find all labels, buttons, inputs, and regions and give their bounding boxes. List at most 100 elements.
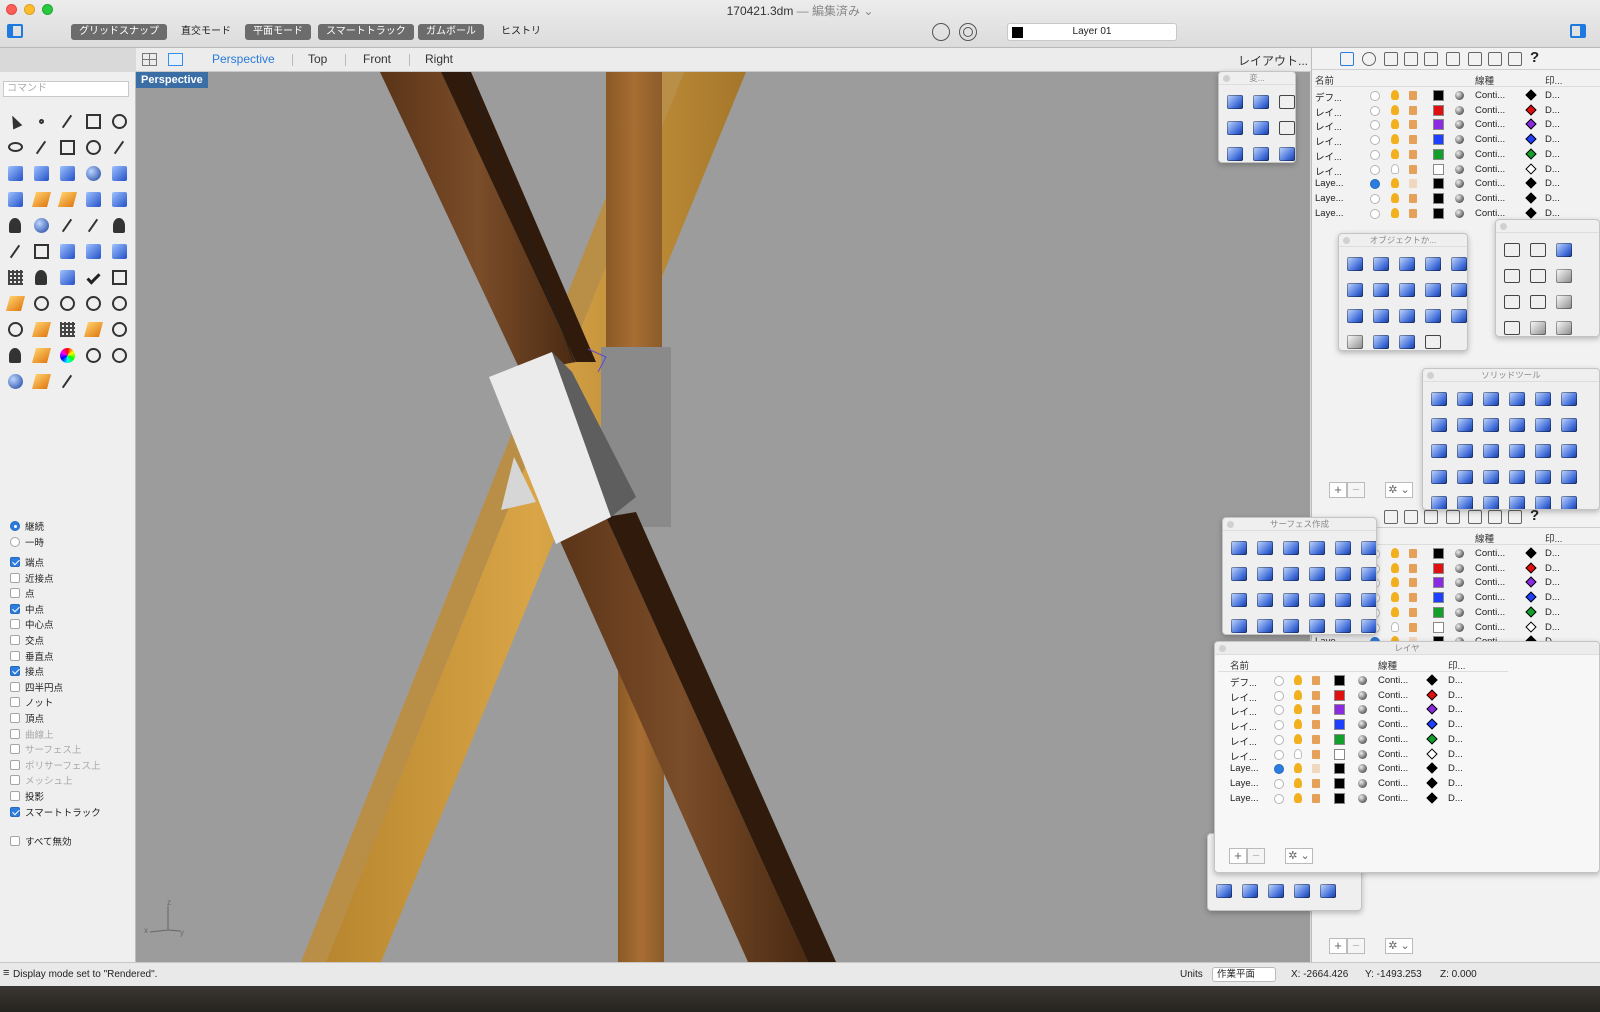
current-layer-radio[interactable] — [1274, 793, 1284, 804]
polygon-tool-icon[interactable] — [80, 134, 106, 160]
pan-tool-icon[interactable] — [2, 316, 28, 342]
print-color-diamond-icon[interactable] — [1525, 547, 1537, 559]
record-history-icon[interactable] — [932, 23, 950, 41]
palette-close-icon[interactable] — [1219, 645, 1226, 652]
light-tool-icon[interactable] — [106, 316, 132, 342]
solid-tool-icon[interactable] — [1556, 490, 1582, 509]
lock-icon[interactable] — [1409, 91, 1417, 100]
print-width-value[interactable]: D... — [1448, 763, 1463, 774]
print-color-diamond-icon[interactable] — [1525, 620, 1537, 633]
print-color-diamond-icon[interactable] — [1426, 747, 1438, 760]
left-sidebar-toggle-icon[interactable] — [7, 24, 23, 38]
print-width-value[interactable]: D... — [1448, 690, 1463, 701]
layer-options-button[interactable]: ✲ ⌄ — [1285, 848, 1313, 864]
display-panel-icon[interactable] — [1488, 52, 1502, 66]
osnap-checkbox[interactable]: メッシュ上 — [10, 775, 130, 789]
print-width-value[interactable]: D... — [1448, 734, 1463, 745]
hatch-circle-icon[interactable] — [1551, 263, 1577, 289]
linetype-value[interactable]: Conti... — [1475, 208, 1507, 219]
render-sphere-icon[interactable] — [2, 368, 28, 394]
linetype-value[interactable]: Conti... — [1378, 793, 1410, 804]
offset-tool-icon[interactable] — [80, 212, 106, 238]
command-input[interactable]: コマンド — [3, 81, 129, 97]
planar-button[interactable]: 平面モード — [245, 24, 311, 40]
checkbox-icon[interactable] — [10, 635, 20, 645]
boolean-tool-icon[interactable] — [106, 186, 132, 212]
checkbox-icon[interactable] — [10, 713, 20, 723]
lock-icon[interactable] — [1409, 149, 1417, 159]
osnap-checkbox[interactable]: 中心点 — [10, 619, 130, 633]
visibility-bulb-icon[interactable] — [1391, 606, 1399, 617]
material-sphere-icon[interactable] — [1358, 793, 1367, 803]
lock-icon[interactable] — [1312, 734, 1320, 744]
current-layer-radio[interactable] — [1274, 749, 1284, 760]
print-width-value[interactable]: D... — [1448, 778, 1463, 789]
print-width-value[interactable]: D... — [1545, 607, 1560, 618]
solid-tool-icon[interactable] — [1530, 412, 1556, 438]
palette-tool-icon[interactable] — [1211, 878, 1237, 904]
layer-row[interactable]: レイ... Conti... D... — [1218, 703, 1508, 718]
box-icon[interactable] — [1446, 251, 1467, 277]
analyze-tool-icon[interactable] — [28, 264, 54, 290]
right-sidebar-toggle-icon[interactable] — [1570, 24, 1586, 38]
checkbox-icon[interactable] — [10, 775, 20, 786]
surface-tool-icon[interactable] — [2, 160, 28, 186]
layer-color-swatch[interactable] — [1334, 675, 1345, 686]
solid-tool-icon[interactable] — [1504, 464, 1530, 490]
render-panel-icon[interactable] — [1446, 52, 1460, 66]
mirror-icon[interactable] — [1222, 115, 1248, 141]
surface-tool-icon[interactable] — [1330, 535, 1356, 561]
mesh-tool-icon[interactable] — [2, 186, 28, 212]
layer-color-swatch[interactable] — [1334, 792, 1345, 804]
lock-tool-icon[interactable] — [2, 342, 28, 368]
lock-icon[interactable] — [1409, 563, 1417, 573]
material-sphere-icon[interactable] — [1455, 135, 1464, 145]
material-sphere-icon[interactable] — [1358, 690, 1367, 700]
lock-icon[interactable] — [1409, 193, 1417, 203]
current-layer-radio[interactable] — [1274, 764, 1284, 775]
visibility-bulb-icon[interactable] — [1294, 704, 1302, 715]
solid-tool-icon[interactable] — [1556, 412, 1582, 438]
solid-tool-icon[interactable] — [1556, 386, 1582, 412]
layer-row[interactable]: レイ... Conti... D... — [1218, 718, 1508, 733]
print-width-value[interactable]: D... — [1448, 704, 1463, 715]
lock-icon[interactable] — [1312, 764, 1320, 774]
render-tool-icon[interactable] — [106, 264, 132, 290]
solid-tool-icon[interactable] — [1530, 464, 1556, 490]
dark-wood-beam-lower[interactable] — [556, 517, 808, 962]
visibility-bulb-icon[interactable] — [1391, 592, 1399, 603]
fillet-tool-icon[interactable] — [106, 134, 132, 160]
solid-tool-icon[interactable] — [1530, 438, 1556, 464]
checkbox-icon[interactable] — [10, 697, 20, 708]
linetype-value[interactable]: Conti... — [1378, 690, 1410, 701]
layer-row[interactable]: デフ... Conti... D... — [1218, 674, 1508, 689]
copy-tool-icon[interactable] — [28, 238, 54, 264]
point-tool-icon[interactable] — [28, 108, 54, 134]
tube-icon[interactable] — [1368, 251, 1394, 277]
osnap-checkbox[interactable]: 端点 — [10, 557, 130, 571]
linetype-value[interactable]: Conti... — [1475, 134, 1507, 145]
surface-tool-icon[interactable] — [1356, 535, 1376, 561]
curve-tool-icon[interactable] — [80, 108, 106, 134]
curvature-tool-icon[interactable] — [54, 264, 80, 290]
extrude-tool-icon[interactable] — [28, 160, 54, 186]
smart-track-button[interactable]: スマートトラック — [318, 24, 414, 40]
visibility-bulb-icon[interactable] — [1294, 733, 1302, 744]
visibility-bulb-icon[interactable] — [1391, 148, 1399, 159]
current-layer-selector[interactable]: Layer 01 — [1007, 23, 1177, 41]
linetype-value[interactable]: Conti... — [1475, 622, 1507, 633]
surface-tool-icon[interactable] — [1304, 561, 1330, 587]
surface-tool-icon[interactable] — [1226, 561, 1252, 587]
group-tool-icon[interactable] — [2, 212, 28, 238]
solid-icon[interactable] — [1446, 277, 1467, 303]
layer-row[interactable]: レイ... Conti... D... — [1218, 733, 1508, 748]
single-viewport-icon[interactable] — [168, 53, 183, 66]
solid-tool-icon[interactable] — [1426, 386, 1452, 412]
material-sphere-icon[interactable] — [1455, 622, 1464, 632]
dots-icon[interactable] — [1368, 277, 1394, 303]
column-header[interactable]: 線種 — [1475, 73, 1494, 87]
material-sphere-icon[interactable] — [1455, 179, 1464, 189]
column-header[interactable]: 線種 — [1475, 531, 1494, 545]
print-width-value[interactable]: D... — [1448, 749, 1463, 760]
linetype-value[interactable]: Conti... — [1475, 607, 1507, 618]
